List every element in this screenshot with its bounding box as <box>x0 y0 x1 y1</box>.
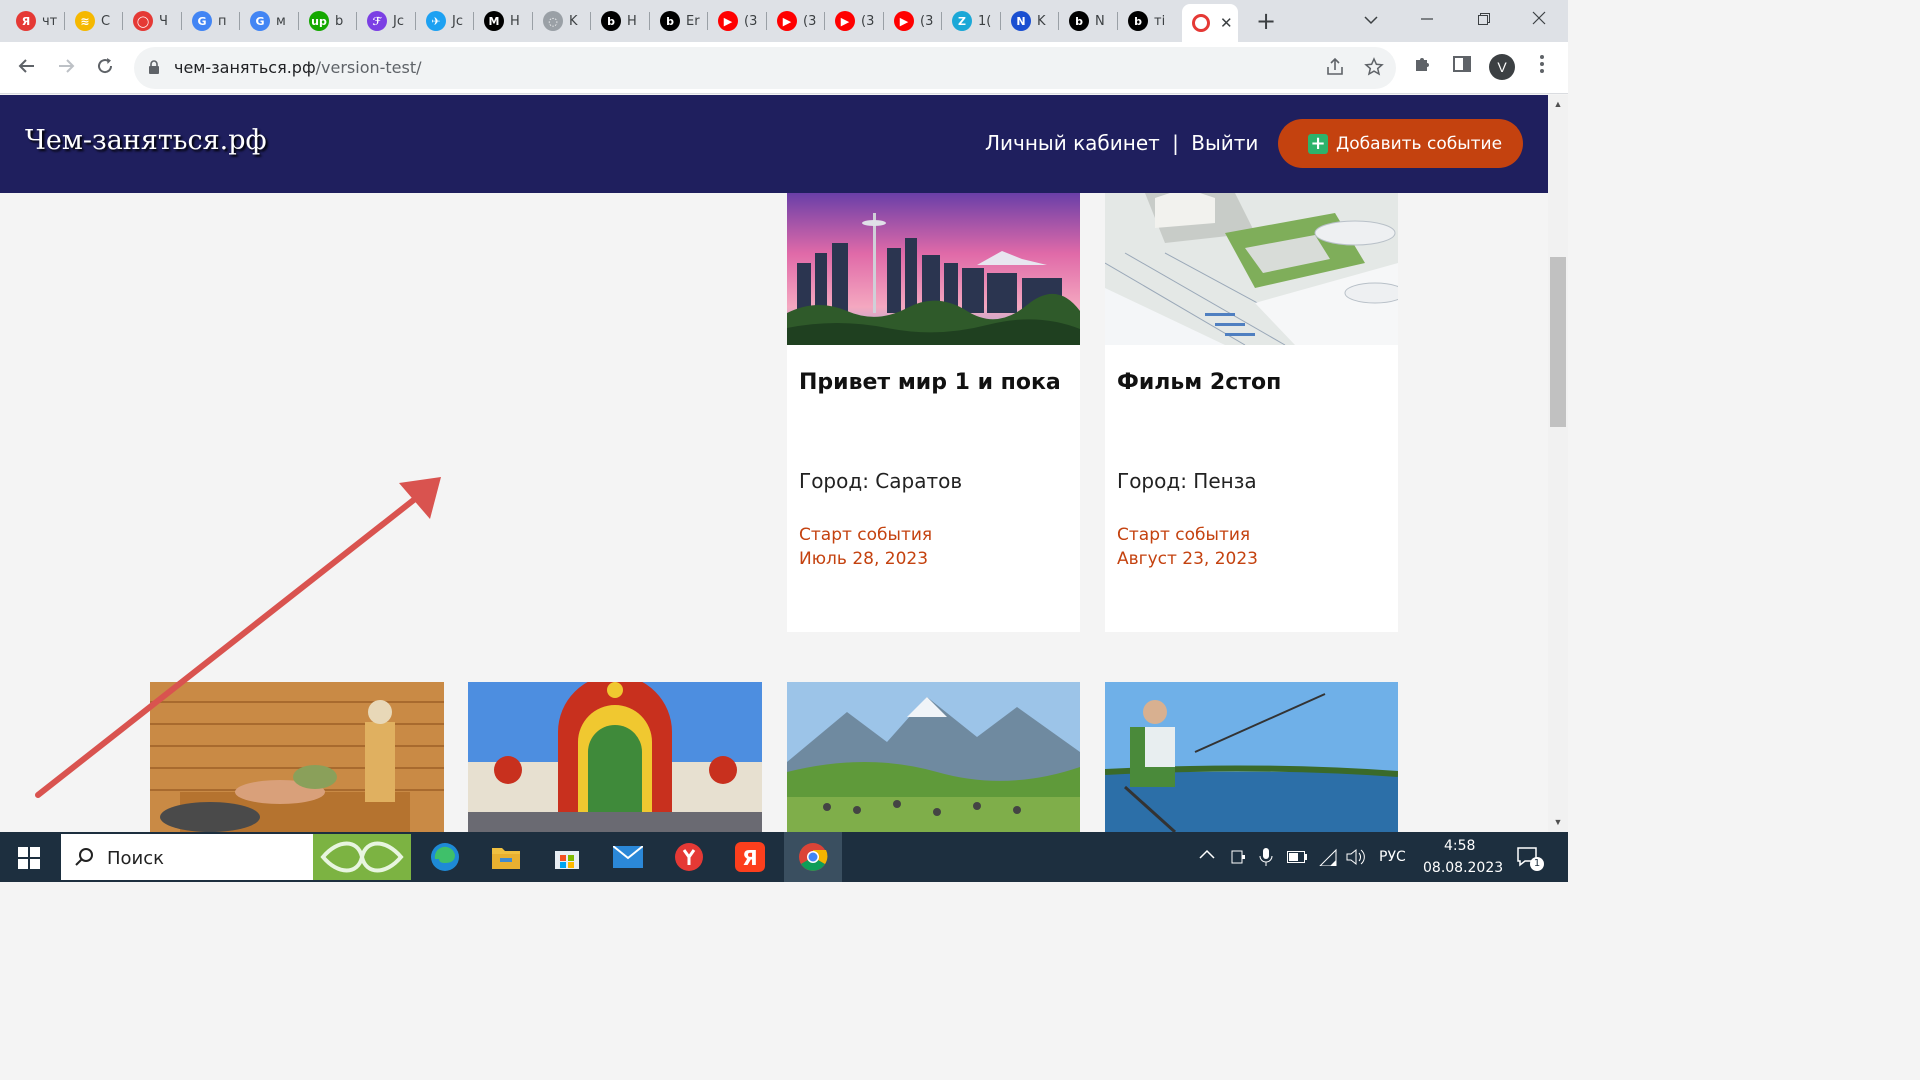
scrollbar-thumb[interactable] <box>1550 257 1566 427</box>
language-indicator[interactable]: РУС <box>1379 849 1406 865</box>
page-scrollbar[interactable]: ▲ ▼ <box>1548 95 1568 832</box>
search-highlight-image <box>313 834 411 880</box>
tray-overflow-chevron-icon[interactable] <box>1199 847 1215 863</box>
volume-icon[interactable] <box>1346 848 1366 870</box>
clock-time[interactable]: 4:58 <box>1444 838 1475 854</box>
windows-taskbar: Поиск Я РУС 4:58 08.08.2023 1 <box>0 832 1568 882</box>
store-taskbar-icon[interactable] <box>547 837 587 877</box>
taskbar-search[interactable]: Поиск <box>61 834 411 880</box>
annotation-arrow <box>35 477 441 798</box>
windows-start-icon[interactable] <box>18 847 40 869</box>
mail-taskbar-icon[interactable] <box>608 837 648 877</box>
file-explorer-taskbar-icon[interactable] <box>486 837 526 877</box>
chrome-taskbar-icon[interactable] <box>784 832 842 882</box>
battery-icon[interactable] <box>1287 851 1307 867</box>
scroll-down-arrow-icon[interactable]: ▼ <box>1552 817 1564 827</box>
tray-device-icon[interactable] <box>1230 849 1246 869</box>
scroll-up-arrow-icon[interactable]: ▲ <box>1552 99 1564 109</box>
clock-date[interactable]: 08.08.2023 <box>1423 860 1503 876</box>
edge-taskbar-icon[interactable] <box>425 837 465 877</box>
microphone-icon[interactable] <box>1259 848 1273 870</box>
wifi-icon[interactable] <box>1318 848 1338 870</box>
search-icon <box>75 848 93 866</box>
notifications-icon[interactable]: 1 <box>1516 845 1544 873</box>
svg-text:Я: Я <box>742 846 757 870</box>
notification-count-badge: 1 <box>1530 857 1544 871</box>
yandex-browser-taskbar-icon[interactable] <box>669 837 709 877</box>
yandex-taskbar-icon[interactable]: Я <box>730 837 770 877</box>
search-label: Поиск <box>107 848 165 869</box>
